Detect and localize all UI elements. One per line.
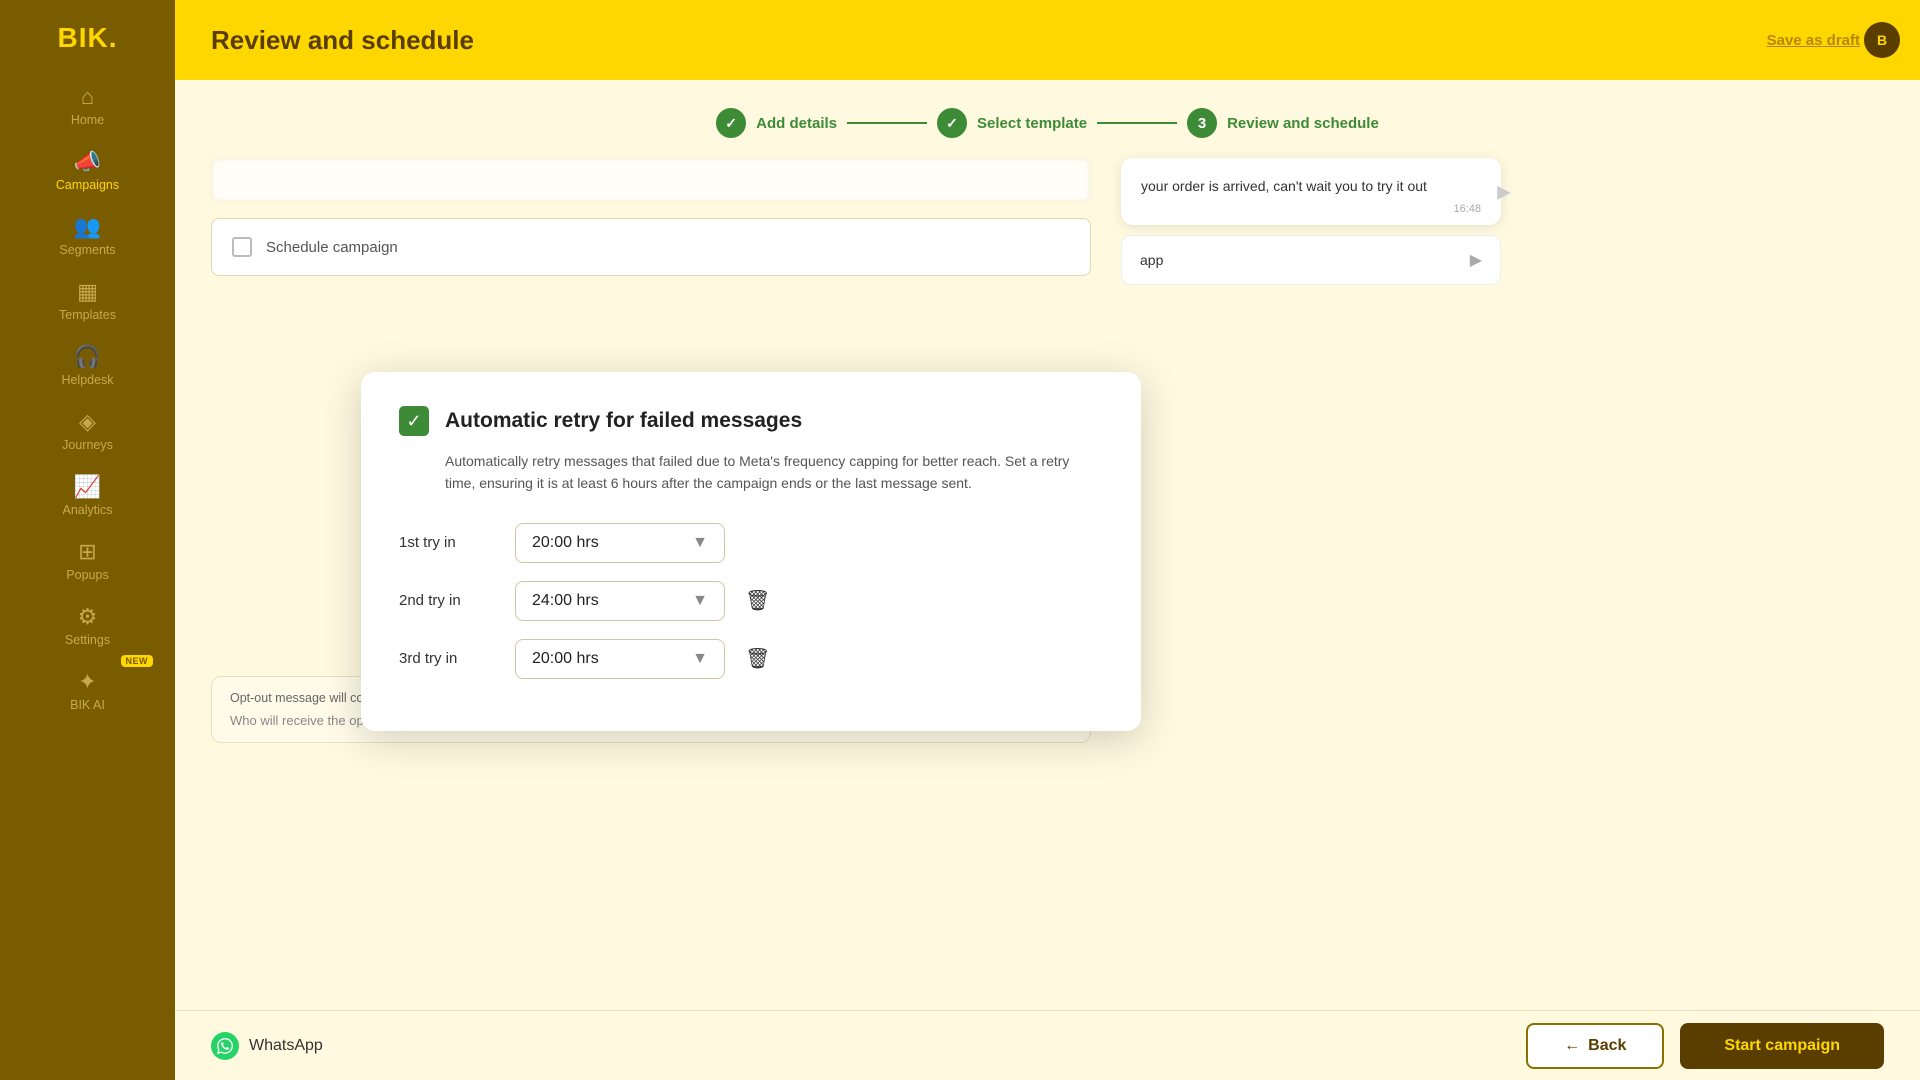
whatsapp-bottom-label: WhatsApp <box>249 1037 323 1055</box>
retry-modal: ✓ Automatic retry for failed messages Au… <box>361 372 1141 731</box>
try-value-1: 20:00 hrs <box>532 534 599 552</box>
whatsapp-preview-section[interactable]: app ▶ <box>1121 235 1501 285</box>
step-add-details: ✓ Add details <box>716 108 837 138</box>
try-row-2: 2nd try in 24:00 hrs ▼ 🗑 <box>399 581 1103 621</box>
sidebar-label-popups: Popups <box>66 568 108 582</box>
settings-icon: ⚙ <box>78 606 98 628</box>
checkmark-icon: ✓ <box>406 411 421 432</box>
journeys-icon: ◈ <box>79 411 96 433</box>
step-select-template: ✓ Select template <box>937 108 1087 138</box>
step-circle-1: ✓ <box>716 108 746 138</box>
retry-section-container: ✓ Automatic retry for failed messages Au… <box>211 292 1091 652</box>
preview-arrow-icon: ▶ <box>1497 181 1511 202</box>
back-arrow-icon: ← <box>1564 1037 1580 1055</box>
step-label-1: Add details <box>756 115 837 132</box>
retry-title: Automatic retry for failed messages <box>445 409 802 433</box>
right-panel: your order is arrived, can't wait you to… <box>1121 158 1501 743</box>
schedule-row: Schedule campaign <box>211 218 1091 276</box>
avatar: B <box>1864 22 1900 58</box>
try-select-1[interactable]: 20:00 hrs ▼ <box>515 523 725 563</box>
try-row-1: 1st try in 20:00 hrs ▼ <box>399 523 1103 563</box>
sidebar-label-templates: Templates <box>59 308 116 322</box>
sidebar-nav: ⌂ Home 📣 Campaigns 👥 Segments ▦ Template… <box>0 72 175 1080</box>
try-label-1: 1st try in <box>399 534 499 551</box>
top-bar: Review and schedule Save as draft B <box>175 0 1920 80</box>
sidebar-label-campaigns: Campaigns <box>56 178 119 192</box>
bottom-bar: WhatsApp ← Back Start campaign <box>175 1010 1920 1080</box>
chevron-down-icon-2: ▼ <box>692 592 708 610</box>
step-label-3: Review and schedule <box>1227 115 1379 132</box>
whatsapp-preview-label: app <box>1140 252 1163 268</box>
preview-time: 16:48 <box>1141 203 1481 215</box>
sidebar-label-segments: Segments <box>59 243 115 257</box>
bottom-buttons: ← Back Start campaign <box>1526 1023 1884 1069</box>
sidebar-item-templates[interactable]: ▦ Templates <box>0 267 175 332</box>
sidebar-label-journeys: Journeys <box>62 438 113 452</box>
sidebar-logo: BIK. <box>0 0 175 72</box>
sidebar-item-popups[interactable]: ⊞ Popups <box>0 527 175 592</box>
home-icon: ⌂ <box>81 86 94 108</box>
step-line-2 <box>1097 122 1177 124</box>
sidebar-label-settings: Settings <box>65 633 110 647</box>
chevron-down-icon-3: ▼ <box>692 650 708 668</box>
try-value-2: 24:00 hrs <box>532 592 599 610</box>
try-value-3: 20:00 hrs <box>532 650 599 668</box>
back-button[interactable]: ← Back <box>1526 1023 1664 1069</box>
sidebar-item-bik-ai-wrap: NEW ✦ BIK AI <box>0 657 175 722</box>
bik-ai-icon: ✦ <box>78 671 96 693</box>
new-badge: NEW <box>121 655 154 667</box>
sidebar-item-settings[interactable]: ⚙ Settings <box>0 592 175 657</box>
schedule-label: Schedule campaign <box>266 239 398 256</box>
page-title: Review and schedule <box>211 25 474 56</box>
save-draft-link[interactable]: Save as draft <box>1767 32 1860 49</box>
chevron-down-icon-1: ▼ <box>692 534 708 552</box>
segments-icon: 👥 <box>74 216 101 238</box>
step-circle-3: 3 <box>1187 108 1217 138</box>
step-review-schedule: 3 Review and schedule <box>1187 108 1379 138</box>
stepper: ✓ Add details ✓ Select template 3 Review… <box>175 80 1920 158</box>
sidebar-label-helpdesk: Helpdesk <box>61 373 113 387</box>
step-circle-2: ✓ <box>937 108 967 138</box>
delete-try-2-button[interactable]: 🗑 <box>741 584 774 617</box>
sidebar-item-helpdesk[interactable]: 🎧 Helpdesk <box>0 332 175 397</box>
retry-checkbox[interactable]: ✓ <box>399 406 429 436</box>
blurred-input-row <box>211 158 1091 202</box>
start-campaign-button[interactable]: Start campaign <box>1680 1023 1884 1069</box>
sidebar-item-campaigns[interactable]: 📣 Campaigns <box>0 137 175 202</box>
sidebar-label-analytics: Analytics <box>62 503 112 517</box>
popups-icon: ⊞ <box>78 541 96 563</box>
sidebar-item-home[interactable]: ⌂ Home <box>0 72 175 137</box>
helpdesk-icon: 🎧 <box>74 346 101 368</box>
try-select-3[interactable]: 20:00 hrs ▼ <box>515 639 725 679</box>
try-label-2: 2nd try in <box>399 592 499 609</box>
try-row-3: 3rd try in 20:00 hrs ▼ 🗑 <box>399 639 1103 679</box>
logo-text: BIK. <box>58 22 118 54</box>
try-select-2[interactable]: 24:00 hrs ▼ <box>515 581 725 621</box>
sidebar: BIK. ⌂ Home 📣 Campaigns 👥 Segments ▦ Tem… <box>0 0 175 1080</box>
chevron-right-icon: ▶ <box>1470 250 1482 270</box>
campaigns-icon: 📣 <box>74 151 101 173</box>
sidebar-label-home: Home <box>71 113 104 127</box>
step-label-2: Select template <box>977 115 1087 132</box>
step-line-1 <box>847 122 927 124</box>
retry-description: Automatically retry messages that failed… <box>399 450 1103 495</box>
content-area: Schedule campaign ✓ Automatic retry for … <box>175 158 1920 743</box>
sidebar-item-segments[interactable]: 👥 Segments <box>0 202 175 267</box>
try-label-3: 3rd try in <box>399 650 499 667</box>
whatsapp-bottom-indicator: WhatsApp <box>211 1032 323 1060</box>
whatsapp-icon <box>211 1032 239 1060</box>
sidebar-item-analytics[interactable]: 📈 Analytics <box>0 462 175 527</box>
analytics-icon: 📈 <box>74 476 101 498</box>
sidebar-label-bik-ai: BIK AI <box>70 698 105 712</box>
main-content: Review and schedule Save as draft B ✓ Ad… <box>175 0 1920 1080</box>
delete-try-3-button[interactable]: 🗑 <box>741 642 774 675</box>
left-panel: Schedule campaign ✓ Automatic retry for … <box>211 158 1091 743</box>
preview-bubble: your order is arrived, can't wait you to… <box>1121 158 1501 225</box>
retry-header: ✓ Automatic retry for failed messages <box>399 406 1103 436</box>
templates-icon: ▦ <box>77 281 98 303</box>
preview-text: your order is arrived, can't wait you to… <box>1141 176 1481 197</box>
sidebar-item-journeys[interactable]: ◈ Journeys <box>0 397 175 462</box>
schedule-checkbox[interactable] <box>232 237 252 257</box>
